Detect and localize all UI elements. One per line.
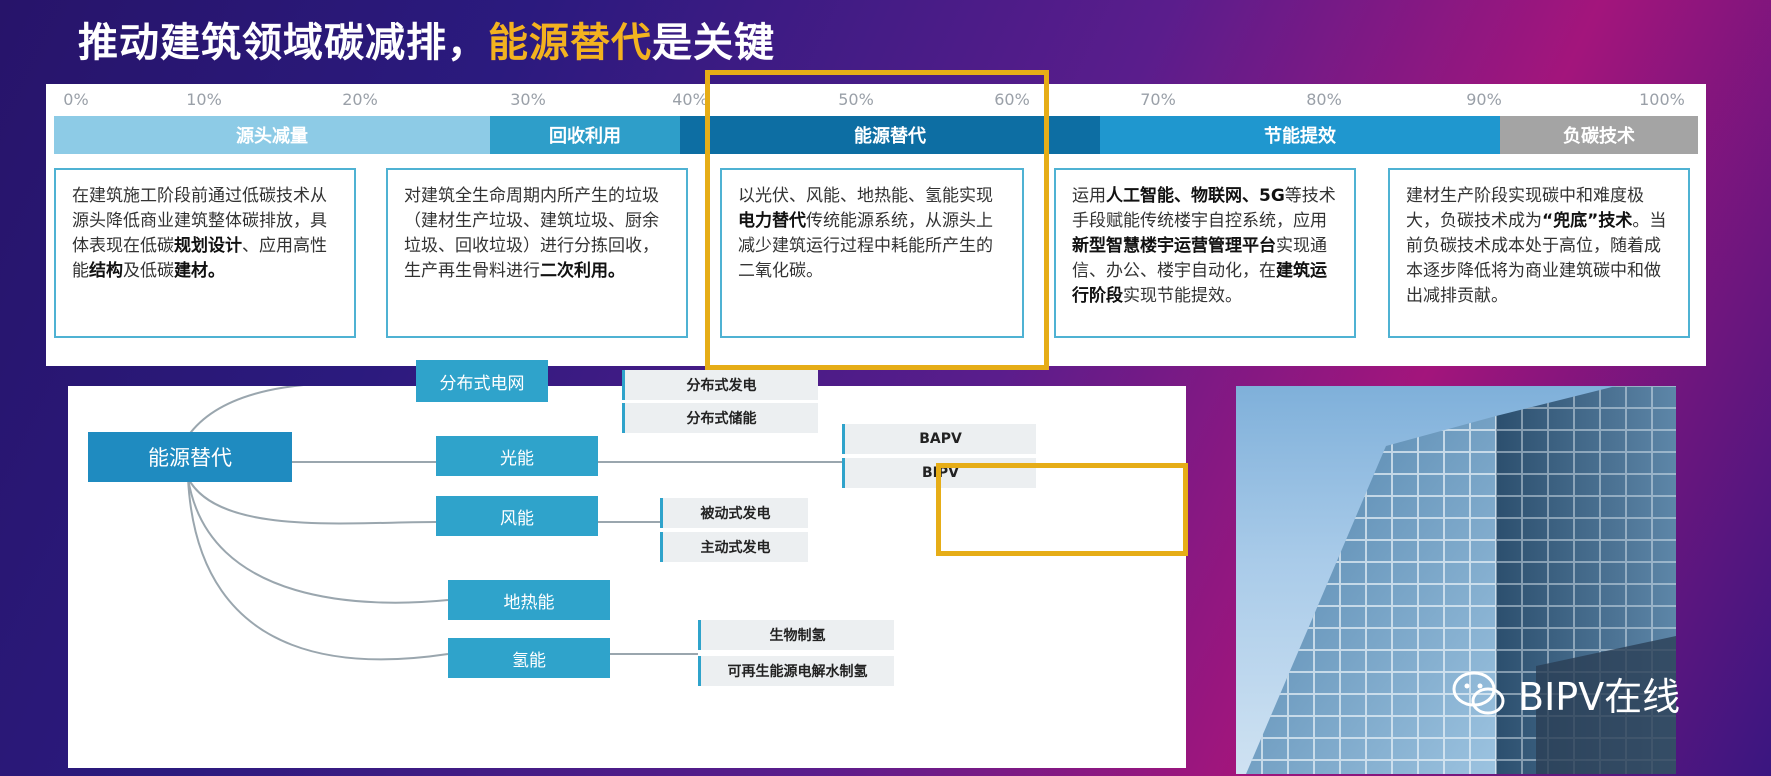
body-text: 及低碳 xyxy=(123,261,174,281)
leaf-active-generation: 主动式发电 xyxy=(660,532,808,562)
title-highlight: 能源替代 xyxy=(488,20,652,66)
body-text: 实现节能提效。 xyxy=(1123,286,1242,306)
scale-label: 30% xyxy=(510,90,546,109)
body-text: 运用 xyxy=(1072,186,1106,206)
bar-efficiency: 节能提效 xyxy=(1100,116,1500,154)
scale-label: 70% xyxy=(1140,90,1176,109)
branch-distributed-grid: 分布式电网 xyxy=(416,360,548,402)
leaf-electrolysis-hydrogen: 可再生能源电解水制氢 xyxy=(698,656,894,686)
scale-label: 20% xyxy=(342,90,378,109)
desc-box-recycling: 对建筑全生命周期内所产生的垃圾（建材生产垃圾、建筑垃圾、厨余垃圾、回收垃圾）进行… xyxy=(386,168,688,338)
wechat-icon xyxy=(1452,671,1505,714)
bold-text: “兜底”技术 xyxy=(1542,211,1633,231)
bar-negative-carbon: 负碳技术 xyxy=(1500,116,1698,154)
connector-hydrogen xyxy=(187,477,449,661)
scale-label: 100% xyxy=(1639,90,1685,109)
bold-text: 建材。 xyxy=(174,261,225,281)
watermark: BIPV在线 xyxy=(1452,666,1680,721)
bold-text: 结构 xyxy=(89,261,123,281)
branch-wind: 风能 xyxy=(436,496,598,536)
scale-label: 10% xyxy=(186,90,222,109)
bold-text: 二次利用。 xyxy=(540,261,625,281)
leaf-distributed-storage: 分布式储能 xyxy=(622,403,818,433)
bold-text: 新型智慧楼宇运营管理平台 xyxy=(1072,236,1276,256)
leaf-bapv: BAPV xyxy=(842,424,1036,454)
mindmap-panel: 能源替代 分布式电网 光能 风能 地热能 氢能 分布式发电 分布式储能 BAPV… xyxy=(68,360,1186,768)
bold-text: 规划设计 xyxy=(174,236,242,256)
highlight-frame-bipv xyxy=(936,463,1188,556)
branch-solar: 光能 xyxy=(436,436,598,476)
mindmap-root: 能源替代 xyxy=(88,432,292,482)
scale-label: 80% xyxy=(1306,90,1342,109)
desc-box-efficiency: 运用人工智能、物联网、5G等技术手段赋能传统楼宇自控系统，应用新型智慧楼宇运营管… xyxy=(1054,168,1356,338)
page-title: 推动建筑领域碳减排，能源替代是关键 xyxy=(78,10,775,68)
bold-text: 人工智能、物联网、5G xyxy=(1106,186,1285,206)
branch-geothermal: 地热能 xyxy=(448,580,610,620)
connector-wind xyxy=(187,477,437,525)
scale-label: 90% xyxy=(1466,90,1502,109)
title-part2: 是关键 xyxy=(652,20,775,66)
leaf-passive-generation: 被动式发电 xyxy=(660,498,808,528)
bar-source-reduction: 源头减量 xyxy=(54,116,490,154)
branch-hydrogen: 氢能 xyxy=(448,638,610,678)
scale-label: 0% xyxy=(63,90,89,109)
leaf-bio-hydrogen: 生物制氢 xyxy=(698,620,894,650)
desc-box-negative-carbon: 建材生产阶段实现碳中和难度极大，负碳技术成为“兜底”技术。当前负碳技术成本处于高… xyxy=(1388,168,1690,338)
connector-distributed-grid xyxy=(187,386,304,437)
watermark-text: BIPV在线 xyxy=(1518,675,1681,719)
desc-box-source-reduction: 在建筑施工阶段前通过低碳技术从源头降低商业建筑整体碳排放，具体表现在低碳规划设计… xyxy=(54,168,356,338)
scale-label: 40% xyxy=(672,90,708,109)
connector-geothermal xyxy=(187,477,449,604)
highlight-frame-top xyxy=(705,70,1049,370)
leaf-distributed-generation: 分布式发电 xyxy=(622,370,818,400)
bar-recycling: 回收利用 xyxy=(490,116,680,154)
title-part1: 推动建筑领域碳减排， xyxy=(78,20,488,66)
